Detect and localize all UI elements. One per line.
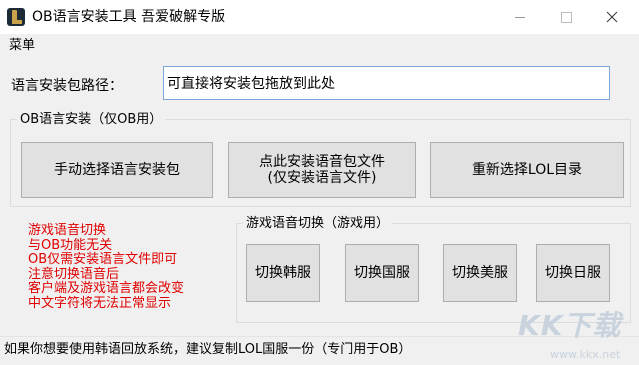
notes-text: 游戏语音切换 与OB功能无关 OB仅需安装语言文件即可 注意切换语音后 客户端及…	[28, 223, 228, 311]
note-line: 与OB功能无关	[28, 237, 113, 253]
menu-bar: 菜单	[0, 34, 639, 58]
watermark-url: www.kkx.net	[550, 348, 621, 361]
install-button-line2: (仅安装语言文件)	[267, 170, 377, 186]
switch-jp-button[interactable]: 切换日服	[536, 244, 610, 302]
path-label: 语言安装包路径：	[11, 78, 123, 94]
window-title: OB语言安装工具 吾爱破解专版	[32, 9, 226, 25]
watermark-logo: KK下载	[518, 309, 622, 342]
close-icon[interactable]	[589, 0, 635, 34]
switch-cn-button[interactable]: 切换国服	[345, 244, 419, 302]
note-line: 游戏语音切换	[28, 223, 107, 238]
note-line: 客户端及游戏语言都会改变	[28, 281, 185, 296]
switch-kr-button[interactable]: 切换韩服	[246, 244, 320, 302]
maximize-icon[interactable]	[543, 0, 589, 34]
switch-us-button[interactable]: 切换美服	[443, 244, 517, 302]
note-line: OB仅需安装语言文件即可	[28, 252, 178, 267]
manual-select-button[interactable]: 手动选择语言安装包	[21, 142, 213, 198]
note-line: 中文字符将无法正常显示	[28, 295, 172, 311]
title-bar: OB语言安装工具 吾爱破解专版	[0, 0, 639, 34]
note-line: 注意切换语音后	[28, 266, 120, 282]
path-input[interactable]	[163, 66, 610, 100]
minimize-icon[interactable]	[497, 0, 543, 34]
install-voice-pack-button[interactable]: 点此安装语音包文件 (仅安装语言文件)	[228, 142, 416, 198]
ob-group-legend: OB语言安装（仅OB用）	[17, 111, 166, 128]
menu-item-menu[interactable]: 菜单	[9, 37, 35, 54]
watermark: KK下载 www.kkx.net	[518, 310, 636, 364]
league-logo-icon	[7, 8, 25, 26]
install-button-line1: 点此安装语音包文件	[259, 154, 385, 170]
voice-group-legend: 游戏语音切换（游戏用）	[243, 215, 393, 232]
footer-tip: 如果你想要使用韩语回放系统，建议复制LOL国服一份（专门用于OB）	[4, 342, 412, 357]
reselect-lol-dir-button[interactable]: 重新选择LOL目录	[430, 142, 624, 198]
